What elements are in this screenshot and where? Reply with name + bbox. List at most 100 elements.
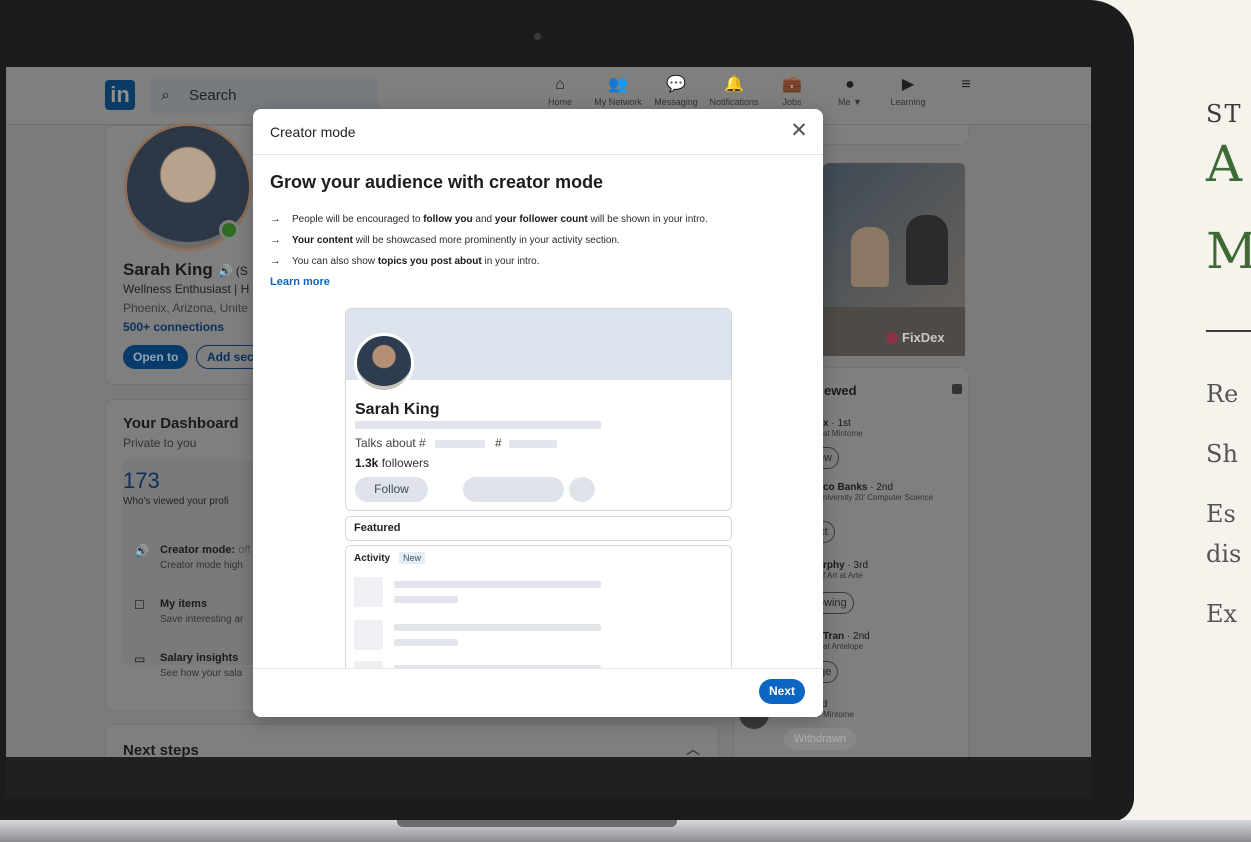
ad-person-2 xyxy=(906,215,948,285)
preview-followers: 1.3k followers xyxy=(355,456,429,470)
arrow-right-icon: → xyxy=(270,213,281,225)
creator-mode-status: off xyxy=(235,544,251,556)
preview-name: Sarah King xyxy=(355,401,440,418)
viewed-person-2-name: co Banks xyxy=(823,482,868,493)
preview-more-placeholder xyxy=(569,477,595,502)
profile-name: Sarah King 🔊 (S xyxy=(123,260,248,280)
nav-messaging[interactable]: 💬 Messaging xyxy=(647,73,705,107)
profile-connections[interactable]: 500+ connections xyxy=(123,320,224,334)
nav-messaging-label: Messaging xyxy=(654,97,698,107)
online-status-dot xyxy=(219,220,239,240)
creator-mode-modal: Creator mode ✕ Grow your audience with c… xyxy=(253,109,823,717)
preview-avatar xyxy=(354,333,414,393)
nav-jobs[interactable]: 💼 Jobs xyxy=(763,73,821,107)
info-icon[interactable] xyxy=(952,384,962,394)
profile-name-text: Sarah King xyxy=(123,260,213,279)
benefit-item-followers: → People will be encouraged to follow you… xyxy=(270,213,708,225)
panel-line-4: dis xyxy=(1206,540,1242,568)
search-input[interactable]: ⌕ Search xyxy=(149,79,379,113)
nav-home[interactable]: ⌂ Home xyxy=(531,73,589,107)
laptop-bezel-bottom xyxy=(6,757,1091,797)
viewed-person-1[interactable]: x · 1st at Mintome xyxy=(823,418,975,438)
viewed-person-2-degree: · 2nd xyxy=(867,482,894,493)
menu-icon: ≡ xyxy=(961,76,971,93)
pronunciation-icon[interactable]: 🔊 (S xyxy=(217,264,247,278)
nav-me[interactable]: ● Me ▼ xyxy=(821,73,879,107)
modal-heading: Grow your audience with creator mode xyxy=(270,172,604,192)
salary-icon: ▭ xyxy=(134,652,146,666)
preview-topic-placeholder-2 xyxy=(509,440,557,448)
menu-button[interactable]: ≡ xyxy=(937,73,995,107)
modal-title: Creator mode xyxy=(270,124,356,140)
benefit-3-text-a: You can also show xyxy=(292,256,378,267)
people-viewed-title: ewed xyxy=(824,383,857,398)
nav-learning[interactable]: ▶ Learning xyxy=(879,73,937,107)
withdrawn-button[interactable]: Withdrawn xyxy=(784,728,856,750)
laptop-notch xyxy=(397,820,677,827)
panel-title-line-1: A xyxy=(1206,135,1243,193)
nav-my-network[interactable]: 👥 My Network xyxy=(589,73,647,107)
activity-line-placeholder xyxy=(394,581,601,588)
benefit-1-bold-b: your follower count xyxy=(494,214,588,225)
learn-more-link[interactable]: Learn more xyxy=(270,276,330,288)
my-items-description: Save interesting ar xyxy=(160,614,244,625)
viewed-person-3[interactable]: rphy · 3rd f Art at Arte xyxy=(823,560,975,580)
activity-thumb-placeholder xyxy=(354,577,383,607)
salary-insights-row[interactable]: ▭ Salary insights See how your sala xyxy=(134,652,262,686)
benefit-1-text-a: People will be encouraged to xyxy=(292,214,424,225)
viewed-person-4[interactable]: Tran · 2nd at Antelope xyxy=(823,631,975,651)
new-badge: New xyxy=(399,552,426,564)
panel-line-3: Es xyxy=(1206,500,1236,528)
nav-notifications[interactable]: 🔔 Notifications xyxy=(705,73,763,107)
profile-headline: Wellness Enthusiast | H xyxy=(123,282,250,296)
viewed-person-3-degree: · 3rd xyxy=(844,560,869,571)
close-icon[interactable]: ✕ xyxy=(786,118,812,144)
panel-divider xyxy=(1206,330,1251,332)
my-items-row[interactable]: ☐ My items Save interesting ar xyxy=(134,598,262,632)
profile-location: Phoenix, Arizona, Unite xyxy=(123,301,248,315)
preview-talks-about: Talks about # xyxy=(355,436,426,450)
nav-my-network-label: My Network xyxy=(594,97,642,107)
nav-jobs-label: Jobs xyxy=(782,97,802,107)
viewed-person-1-role: at Mintome xyxy=(823,429,863,438)
my-items-title: My items xyxy=(160,598,208,610)
salary-insights-title: Salary insights xyxy=(160,652,239,664)
viewed-person-1-degree: · 1st xyxy=(828,418,851,429)
profile-views-label: Who's viewed your profi xyxy=(123,496,229,507)
viewed-person-4-degree: · 2nd xyxy=(844,631,870,642)
preview-topic-placeholder-1 xyxy=(435,440,485,448)
profile-views-count[interactable]: 173 xyxy=(123,468,160,494)
preview-follow-button: Follow xyxy=(355,477,428,502)
viewed-person-2[interactable]: co Banks · 2nd niversity 20' Computer Sci… xyxy=(823,482,975,502)
modal-header: Creator mode ✕ xyxy=(253,109,823,155)
learning-icon: ▶ xyxy=(901,76,915,93)
creator-mode-description: Creator mode high xyxy=(160,560,243,571)
panel-line-5: Ex xyxy=(1206,600,1238,628)
ad-person-1 xyxy=(851,227,889,287)
next-button[interactable]: Next xyxy=(759,679,805,704)
nav-me-label: Me ▼ xyxy=(838,97,862,107)
creator-mode-row[interactable]: 🔊 Creator mode: off Creator mode high xyxy=(134,544,262,578)
nav-home-label: Home xyxy=(547,97,572,107)
open-to-button[interactable]: Open to xyxy=(123,345,189,369)
activity-line-placeholder xyxy=(394,639,458,646)
messaging-icon: 💬 xyxy=(666,76,686,93)
benefit-item-content: → Your content will be showcased more pro… xyxy=(270,234,620,246)
viewed-person-3-role: f Art at Arte xyxy=(823,571,863,580)
salary-insights-description: See how your sala xyxy=(160,668,243,679)
chevron-up-icon[interactable]: ︿ xyxy=(686,739,700,757)
home-icon: ⌂ xyxy=(555,76,565,93)
benefit-item-topics: → You can also show topics you post about… xyxy=(270,255,540,267)
creator-mode-icon: 🔊 xyxy=(134,544,149,558)
arrow-right-icon: → xyxy=(270,234,281,246)
benefit-2-bold: Your content xyxy=(292,235,353,246)
dashboard-title: Your Dashboard xyxy=(123,415,239,432)
search-icon: ⌕ xyxy=(161,87,170,104)
viewed-person-3-name: rphy xyxy=(823,560,845,571)
benefit-2-text: will be showcased more prominently in yo… xyxy=(352,235,620,246)
avatar-icon: ● xyxy=(845,76,855,93)
preview-featured-section: Featured xyxy=(345,516,732,541)
linkedin-logo[interactable]: in xyxy=(105,80,135,110)
benefit-3-bold: topics you post about xyxy=(377,256,482,267)
laptop-screen: in ⌕ Search ⌂ Home 👥 My Network 💬 Messaging… xyxy=(6,67,1091,757)
